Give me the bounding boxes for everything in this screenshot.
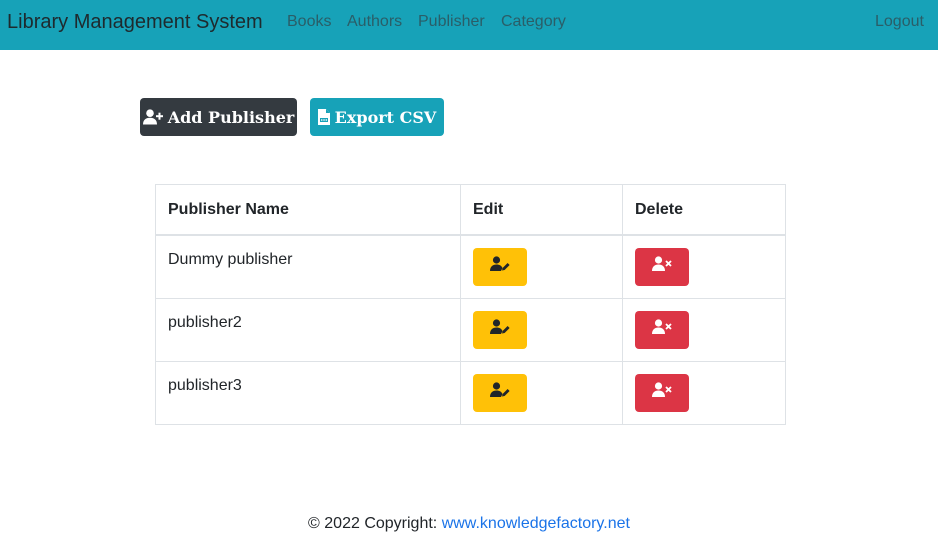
header-edit: Edit bbox=[460, 184, 623, 236]
nav-link-publisher[interactable]: Publisher bbox=[418, 12, 485, 32]
header-delete: Delete bbox=[622, 184, 786, 236]
copyright-text: © 2022 Copyright: bbox=[308, 515, 442, 532]
navbar: Library Management System Books Authors … bbox=[0, 0, 938, 50]
user-times-icon bbox=[652, 381, 672, 404]
delete-cell bbox=[622, 234, 786, 299]
edit-publisher-button[interactable] bbox=[473, 310, 527, 349]
publisher-name-cell: publisher3 bbox=[155, 360, 461, 425]
publisher-name-cell: Dummy publisher bbox=[155, 234, 461, 299]
delete-publisher-button[interactable] bbox=[635, 373, 689, 412]
publisher-name-cell: publisher2 bbox=[155, 297, 461, 362]
user-times-icon bbox=[652, 318, 672, 341]
nav-link-category[interactable]: Category bbox=[501, 12, 566, 32]
footer: © 2022 Copyright: www.knowledgefactory.n… bbox=[0, 514, 938, 534]
footer-link[interactable]: www.knowledgefactory.net bbox=[442, 515, 630, 532]
table-header-row: Publisher Name Edit Delete bbox=[155, 184, 786, 236]
brand-title[interactable]: Library Management System bbox=[7, 10, 263, 34]
edit-cell bbox=[460, 360, 623, 425]
export-csv-label: Export CSV bbox=[334, 107, 437, 127]
nav-link-books[interactable]: Books bbox=[287, 12, 331, 32]
delete-cell bbox=[622, 360, 786, 425]
user-edit-icon bbox=[490, 255, 510, 278]
edit-cell bbox=[460, 234, 623, 299]
add-publisher-label: Add Publisher bbox=[167, 107, 295, 127]
table-row: publisher2 bbox=[155, 297, 786, 362]
publisher-table: Publisher Name Edit Delete Dummy publish… bbox=[155, 184, 786, 425]
table-row: Dummy publisher bbox=[155, 234, 786, 299]
user-times-icon bbox=[652, 255, 672, 278]
header-publisher-name: Publisher Name bbox=[155, 184, 461, 236]
edit-cell bbox=[460, 297, 623, 362]
file-csv-icon bbox=[317, 109, 330, 125]
nav-link-logout[interactable]: Logout bbox=[875, 12, 924, 32]
delete-cell bbox=[622, 297, 786, 362]
table-row: publisher3 bbox=[155, 360, 786, 425]
delete-publisher-button[interactable] bbox=[635, 310, 689, 349]
edit-publisher-button[interactable] bbox=[473, 247, 527, 286]
user-edit-icon bbox=[490, 381, 510, 404]
export-csv-button[interactable]: Export CSV bbox=[310, 98, 444, 136]
add-publisher-button[interactable]: Add Publisher bbox=[140, 98, 297, 136]
edit-publisher-button[interactable] bbox=[473, 373, 527, 412]
user-plus-icon bbox=[142, 109, 163, 125]
nav-link-authors[interactable]: Authors bbox=[347, 12, 402, 32]
user-edit-icon bbox=[490, 318, 510, 341]
delete-publisher-button[interactable] bbox=[635, 247, 689, 286]
